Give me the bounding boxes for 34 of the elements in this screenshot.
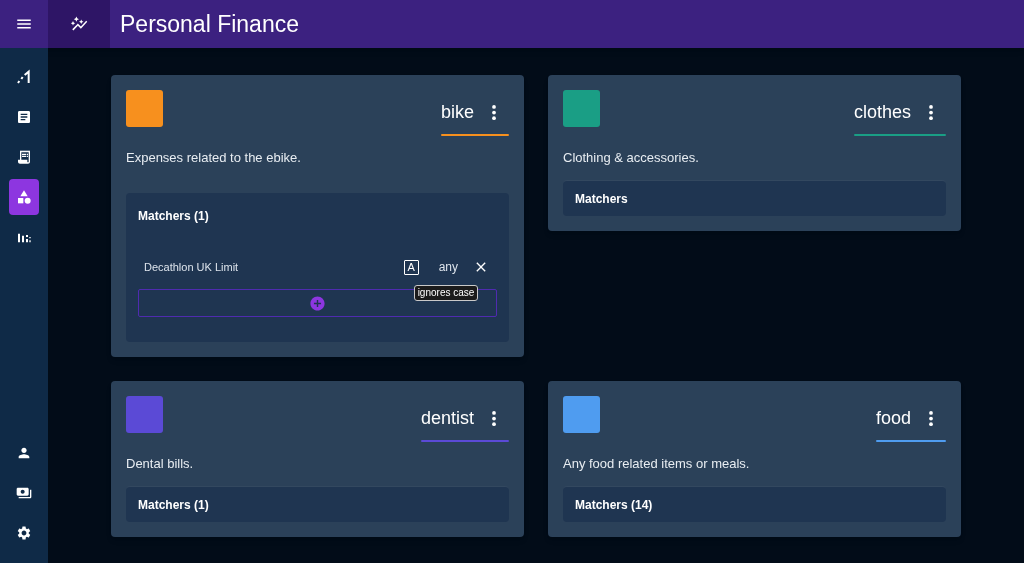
- case-toggle[interactable]: A: [403, 259, 419, 275]
- add-matcher-button[interactable]: [138, 289, 497, 317]
- more-icon: [929, 104, 933, 120]
- category-name: bike: [440, 101, 474, 124]
- app-title: Personal Finance: [120, 9, 299, 39]
- more-icon: [492, 410, 496, 426]
- matchers-header[interactable]: Matchers (1): [126, 193, 509, 239]
- sparkle-chart-icon: [70, 15, 88, 33]
- match-mode[interactable]: any: [438, 258, 458, 276]
- sidebar-item[interactable]: [9, 179, 39, 215]
- add-icon: [309, 294, 326, 312]
- more-icon: [492, 104, 496, 120]
- category-description: Clothing & accessories.: [563, 150, 700, 166]
- matchers-header[interactable]: Matchers (1): [126, 486, 509, 522]
- line-chart-icon: [16, 69, 32, 85]
- receipt-icon: [16, 149, 32, 165]
- list-icon: [16, 109, 32, 125]
- more-icon: [929, 410, 933, 426]
- settings-icon: [16, 525, 32, 541]
- matchers-header[interactable]: Matchers (14): [563, 486, 946, 522]
- matcher-text: Decathlon UK Limit: [144, 259, 239, 275]
- category-description: Dental bills.: [126, 456, 195, 472]
- tooltip: ignores case: [413, 284, 479, 301]
- name-underline: [875, 440, 946, 442]
- cash-icon: [16, 485, 32, 501]
- shapes-icon: [16, 189, 32, 205]
- person-icon: [16, 445, 32, 461]
- name-underline: [440, 134, 509, 136]
- category-name: food: [875, 407, 911, 430]
- category-name: clothes: [853, 101, 911, 124]
- category-description: Any food related items or meals.: [563, 456, 751, 472]
- category-description: Expenses related to the ebike.: [126, 150, 302, 166]
- category-name: dentist: [420, 407, 474, 430]
- matchers-header[interactable]: Matchers: [563, 180, 946, 216]
